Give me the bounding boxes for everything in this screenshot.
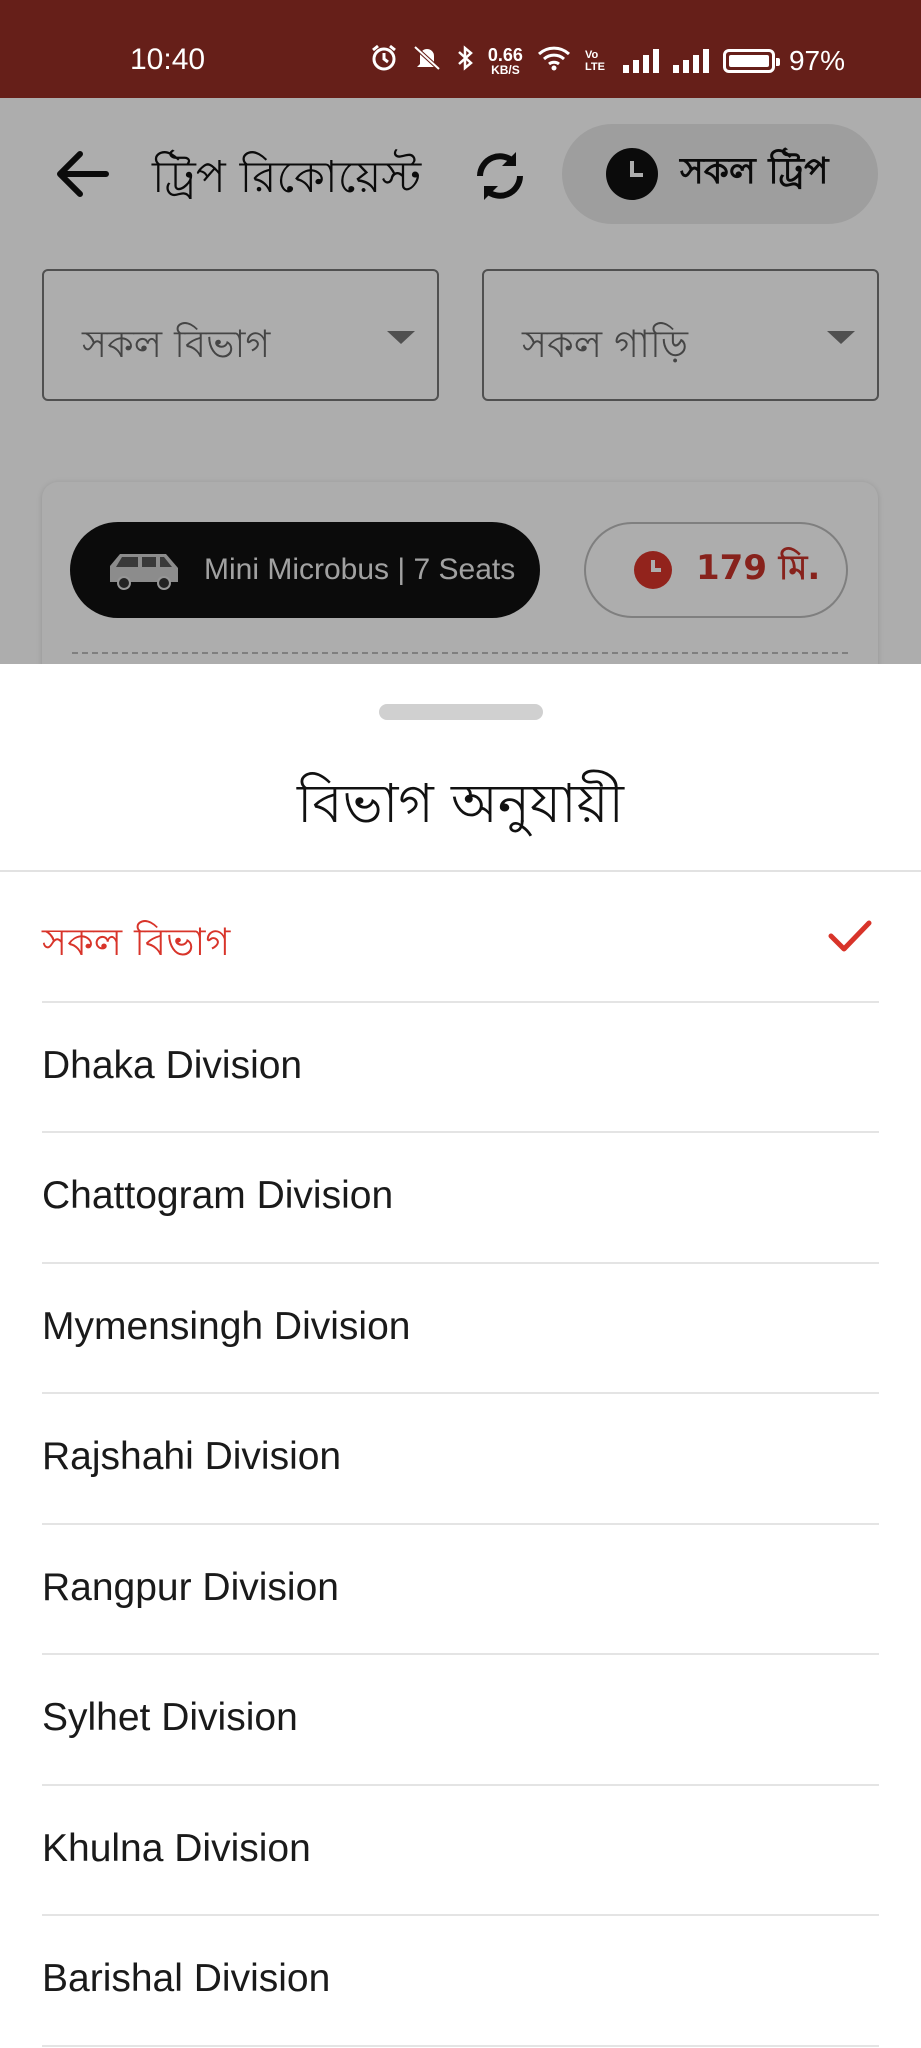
division-option-sylhet[interactable]: Sylhet Division — [42, 1655, 879, 1786]
net-speed-value: 0.66 — [487, 44, 523, 65]
checkmark-icon — [827, 918, 873, 954]
alarm-icon — [370, 44, 398, 77]
division-option-label: Chattogram Division — [42, 1174, 394, 1217]
status-bar: 10:40 0.66 KB/S Vo LTE 97% — [0, 0, 921, 98]
status-icons: 0.66 KB/S Vo LTE 97% — [370, 44, 845, 77]
division-option-chattogram[interactable]: Chattogram Division — [42, 1133, 879, 1264]
division-list: সকল বিভাগ Dhaka Division Chattogram Divi… — [0, 872, 921, 2047]
division-option-label: Dhaka Division — [42, 1043, 303, 1087]
division-option-label: Khulna Division — [42, 1826, 311, 1870]
division-option-label: Mymensingh Division — [42, 1304, 411, 1348]
mute-icon — [412, 44, 442, 77]
division-option-barishal[interactable]: Barishal Division — [42, 1916, 879, 2047]
division-option-rajshahi[interactable]: Rajshahi Division — [42, 1394, 879, 1525]
scrim-overlay[interactable] — [0, 98, 921, 664]
bluetooth-icon — [456, 44, 474, 77]
division-option-rangpur[interactable]: Rangpur Division — [42, 1525, 879, 1655]
division-option-khulna[interactable]: Khulna Division — [42, 1786, 879, 1916]
sheet-drag-handle[interactable] — [379, 704, 543, 720]
wifi-icon — [537, 45, 571, 76]
division-option-label: Sylhet Division — [42, 1696, 298, 1739]
battery-icon — [722, 48, 780, 73]
battery-percent: 97% — [788, 44, 845, 76]
sheet-title: বিভাগ অনুযায়ী — [297, 772, 624, 835]
division-option-all[interactable]: সকল বিভাগ — [42, 872, 879, 1003]
signal-icon-2 — [672, 48, 709, 73]
division-bottom-sheet: বিভাগ অনুযায়ী সকল বিভাগ Dhaka Division … — [0, 664, 921, 2048]
volte-label: Vo LTE — [584, 48, 605, 73]
division-option-dhaka[interactable]: Dhaka Division — [42, 1003, 879, 1133]
division-option-label: Rajshahi Division — [42, 1435, 342, 1478]
net-speed-unit: KB/S — [491, 62, 520, 77]
division-option-label: Barishal Division — [42, 1957, 331, 2000]
division-option-mymensingh[interactable]: Mymensingh Division — [42, 1264, 879, 1394]
division-option-label: Rangpur Division — [42, 1565, 339, 1609]
division-option-label: সকল বিভাগ — [42, 920, 231, 964]
net-speed: 0.66 KB/S — [488, 46, 523, 76]
signal-icon — [622, 48, 659, 73]
status-time: 10:40 — [130, 43, 206, 76]
